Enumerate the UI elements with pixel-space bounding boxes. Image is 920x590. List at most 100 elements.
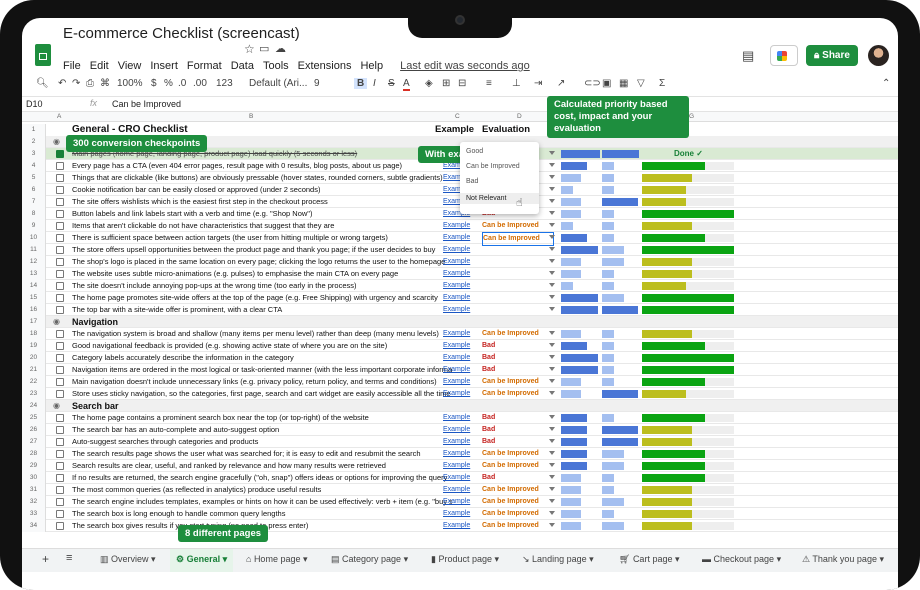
checkpoint-text[interactable]: If no results are returned, the search e…: [72, 472, 452, 484]
row-number[interactable]: 25: [22, 412, 46, 424]
last-edit-link[interactable]: Last edit was seconds ago: [400, 60, 530, 72]
evaluation-cell[interactable]: Can be Improved: [482, 484, 554, 496]
checkbox[interactable]: [56, 162, 64, 170]
checkbox[interactable]: [56, 462, 64, 470]
evaluation-dropdown-arrow[interactable]: [549, 355, 555, 359]
all-sheets-icon[interactable]: ≡: [66, 552, 72, 564]
checkbox[interactable]: [56, 198, 64, 206]
example-link[interactable]: Example: [443, 256, 477, 268]
checkbox[interactable]: [56, 354, 64, 362]
menu-file[interactable]: File: [63, 60, 81, 72]
checkbox[interactable]: [56, 450, 64, 458]
dropdown-option-bad[interactable]: Bad: [466, 178, 478, 185]
example-link[interactable]: Example: [443, 328, 477, 340]
evaluation-cell[interactable]: Can be Improved: [482, 460, 554, 472]
checkbox[interactable]: [56, 270, 64, 278]
row-number[interactable]: 6: [22, 184, 46, 196]
name-box[interactable]: D10: [26, 99, 43, 109]
checkbox[interactable]: [56, 438, 64, 446]
row-number[interactable]: 11: [22, 244, 46, 256]
evaluation-dropdown-arrow[interactable]: [549, 427, 555, 431]
row-number[interactable]: 13: [22, 268, 46, 280]
tab-checkout-page[interactable]: ▬ Checkout page ▾: [702, 554, 781, 565]
evaluation-cell[interactable]: Can be Improved: [482, 496, 554, 508]
evaluation-dropdown-arrow[interactable]: [549, 151, 555, 155]
checkbox[interactable]: [56, 234, 64, 242]
vertical-align-icon[interactable]: ⊥: [512, 78, 521, 89]
checkbox[interactable]: [56, 414, 64, 422]
link-icon[interactable]: ⊂⊃: [584, 78, 601, 89]
example-link[interactable]: Example: [443, 376, 477, 388]
example-link[interactable]: Example: [443, 448, 477, 460]
evaluation-cell[interactable]: Can be Improved: [482, 376, 554, 388]
checkbox[interactable]: [56, 510, 64, 518]
column-header-a[interactable]: A: [57, 113, 61, 120]
align-icon[interactable]: ≡: [486, 78, 492, 89]
checkbox[interactable]: [56, 150, 64, 158]
evaluation-dropdown-arrow[interactable]: [549, 259, 555, 263]
evaluation-dropdown-arrow[interactable]: [549, 235, 555, 239]
checkbox[interactable]: [56, 246, 64, 254]
checkpoint-text[interactable]: Good navigational feedback is provided (…: [72, 340, 452, 352]
checkbox[interactable]: [56, 186, 64, 194]
checkpoint-text[interactable]: The top bar with a site-wide offer is pr…: [72, 304, 452, 316]
row-number[interactable]: 24: [22, 400, 46, 412]
row-number[interactable]: 23: [22, 388, 46, 400]
share-button[interactable]: 🔒︎ Share: [806, 45, 858, 66]
search-menus-icon[interactable]: 🔍︎: [36, 78, 49, 89]
evaluation-dropdown-arrow[interactable]: [549, 331, 555, 335]
checkpoint-text[interactable]: The most common queries (as reflected in…: [72, 484, 452, 496]
checkbox[interactable]: [56, 306, 64, 314]
formula-input[interactable]: Can be Improved: [112, 99, 181, 109]
functions-icon[interactable]: Σ: [659, 78, 665, 89]
zoom-select[interactable]: 100%: [117, 78, 143, 89]
row-number[interactable]: 26: [22, 424, 46, 436]
evaluation-dropdown-arrow[interactable]: [549, 379, 555, 383]
checkpoint-text[interactable]: Every page has a CTA (even 404 error pag…: [72, 160, 452, 172]
insert-comment-icon[interactable]: ▣: [602, 78, 611, 89]
meet-button[interactable]: [770, 45, 798, 66]
increase-decimal-button[interactable]: .00: [193, 78, 207, 89]
menu-extensions[interactable]: Extensions: [298, 60, 352, 72]
checkpoint-text[interactable]: The navigation system is broad and shall…: [72, 328, 452, 340]
row-number[interactable]: 30: [22, 472, 46, 484]
undo-icon[interactable]: ↶: [58, 78, 66, 89]
bold-button[interactable]: B: [354, 78, 368, 89]
example-link[interactable]: Example: [443, 424, 477, 436]
evaluation-cell[interactable]: Can be Improved: [482, 448, 554, 460]
checkbox[interactable]: [56, 426, 64, 434]
insert-chart-icon[interactable]: ▦: [619, 78, 628, 89]
evaluation-cell[interactable]: Bad: [482, 472, 554, 484]
checkpoint-text[interactable]: The home page contains a prominent searc…: [72, 412, 452, 424]
checkpoint-text[interactable]: Search results are clear, useful, and ra…: [72, 460, 452, 472]
checkbox[interactable]: [56, 294, 64, 302]
paint-format-icon[interactable]: ⌘: [100, 78, 110, 89]
checkbox[interactable]: [56, 210, 64, 218]
evaluation-dropdown-arrow[interactable]: [549, 511, 555, 515]
more-formats-select[interactable]: 123: [216, 78, 233, 89]
tab-overview[interactable]: ▥ Overview ▾: [100, 554, 156, 565]
example-link[interactable]: Example: [443, 352, 477, 364]
row-number[interactable]: 14: [22, 280, 46, 292]
checkpoint-text[interactable]: The search results page shows the user w…: [72, 448, 452, 460]
example-link[interactable]: Example: [443, 436, 477, 448]
dropdown-option-good[interactable]: Good: [466, 148, 483, 155]
collapse-toolbar-icon[interactable]: ⌃: [882, 78, 890, 89]
checkpoint-text[interactable]: The site offers wishlists which is the e…: [72, 196, 452, 208]
menu-data[interactable]: Data: [231, 60, 254, 72]
column-header-g[interactable]: G: [689, 113, 694, 120]
example-link[interactable]: Example: [443, 520, 477, 532]
tab-landing-page[interactable]: ↘ Landing page ▾: [522, 554, 594, 565]
checkpoint-text[interactable]: Things that are clickable (like buttons)…: [72, 172, 452, 184]
text-rotation-icon[interactable]: ↗: [557, 78, 565, 89]
italic-button[interactable]: I: [373, 78, 376, 89]
example-link[interactable]: Example: [443, 508, 477, 520]
menu-format[interactable]: Format: [187, 60, 222, 72]
example-link[interactable]: Example: [443, 460, 477, 472]
tab-general[interactable]: ⚙︎ General ▾: [170, 549, 234, 572]
row-number[interactable]: 19: [22, 340, 46, 352]
checkpoint-text[interactable]: The website uses subtle micro-animations…: [72, 268, 452, 280]
example-link[interactable]: Example: [443, 244, 477, 256]
currency-format-button[interactable]: $: [151, 78, 157, 89]
row-number[interactable]: 9: [22, 220, 46, 232]
